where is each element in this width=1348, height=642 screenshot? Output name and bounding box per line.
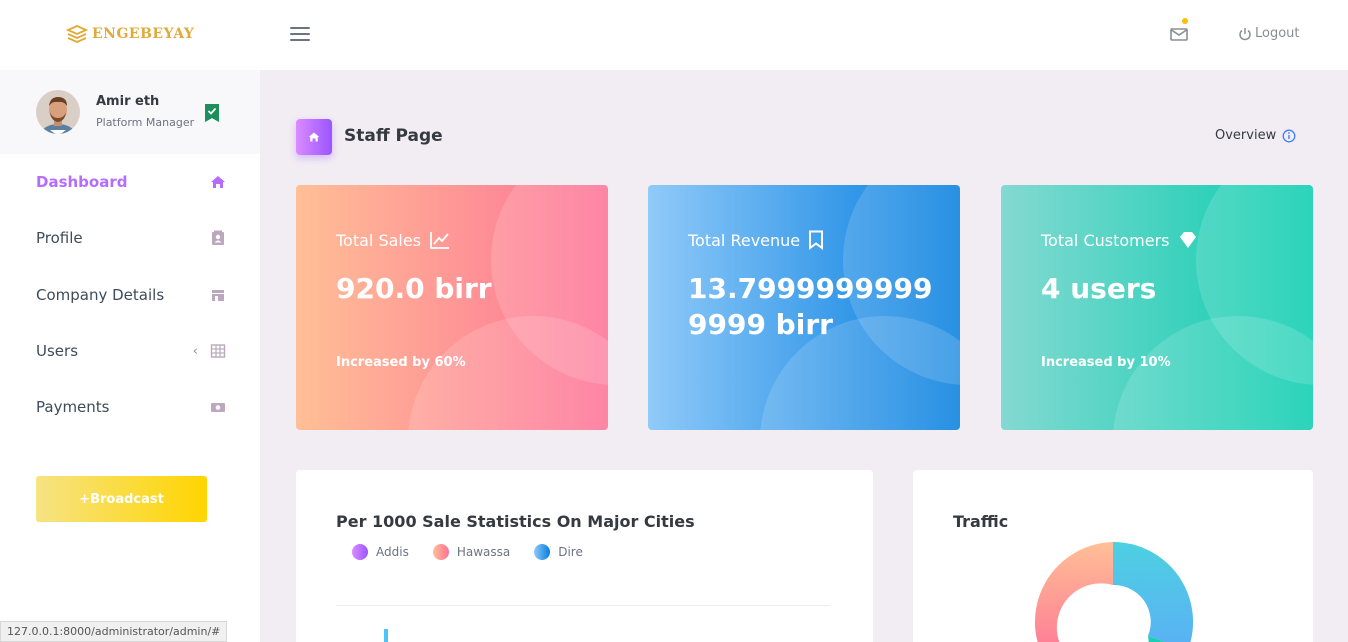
info-circle-icon	[1282, 129, 1296, 142]
overview-label: Overview	[1215, 128, 1277, 143]
user-name: Amir eth	[96, 94, 160, 109]
chart-bar	[384, 629, 388, 642]
total-sales-card: Total Sales 920.0 birr Increased by 60%	[296, 185, 608, 430]
chart-line-icon	[430, 232, 450, 249]
card-title: Total Customers	[1041, 230, 1170, 250]
legend-item-hawassa: Hawassa	[432, 544, 511, 560]
store-icon	[212, 290, 224, 301]
diamond-icon	[1179, 232, 1196, 248]
legend-label: Hawassa	[456, 545, 511, 559]
cash-icon	[211, 403, 225, 412]
sidebar-item-label: Company Details	[36, 286, 165, 304]
legend-label: Dire	[558, 545, 583, 559]
doughnut-segment	[1113, 542, 1193, 642]
chart-gridline	[336, 605, 830, 606]
layers-icon	[66, 25, 88, 43]
traffic-panel: Traffic	[913, 470, 1313, 642]
legend-item-dire: Dire	[534, 544, 583, 560]
page-home-icon	[296, 119, 332, 155]
brand-logo[interactable]: ENGEBEYAY	[66, 24, 194, 44]
sidebar-item-label: Profile	[36, 229, 83, 247]
power-icon	[1239, 27, 1251, 40]
contact-card-icon	[212, 230, 224, 245]
brand-name: ENGEBEYAY	[92, 26, 195, 42]
grid-icon	[210, 344, 226, 358]
mail-icon[interactable]	[1169, 24, 1189, 44]
top-navbar: ENGEBEYAY Logout	[0, 0, 1348, 70]
menu-toggle-button[interactable]	[290, 27, 310, 41]
panel-title: Traffic	[953, 512, 1009, 531]
sidebar-item-profile[interactable]: Profile	[36, 226, 226, 250]
avatar	[36, 90, 80, 134]
home-icon	[308, 132, 320, 142]
card-value: 920.0 birr	[336, 272, 492, 305]
user-profile-block[interactable]: Amir eth Platform Manager	[0, 70, 260, 154]
sidebar: Amir eth Platform Manager Dashboard Prof…	[0, 70, 260, 642]
logout-button[interactable]: Logout	[1238, 26, 1300, 41]
bookmark-icon	[809, 230, 824, 250]
doughnut-segment	[1034, 542, 1113, 642]
card-value: 13.79999999999999 birr	[688, 272, 933, 341]
sidebar-item-company-details[interactable]: Company Details	[36, 283, 226, 307]
sidebar-item-dashboard[interactable]: Dashboard	[36, 170, 226, 194]
card-subtext: Increased by 10%	[1041, 355, 1171, 370]
chart-legend: Addis Hawassa Dire	[352, 544, 583, 560]
sidebar-item-label: Users	[36, 342, 79, 360]
total-revenue-card: Total Revenue 13.79999999999999 birr	[648, 185, 960, 430]
card-title: Total Revenue	[688, 230, 801, 250]
panel-title: Per 1000 Sale Statistics On Major Cities	[336, 512, 695, 531]
chevron-left-icon: ‹	[192, 343, 198, 359]
sidebar-item-label: Dashboard	[36, 173, 128, 191]
verified-bookmark-icon	[205, 104, 219, 122]
legend-label: Addis	[376, 545, 409, 559]
sidebar-item-payments[interactable]: Payments	[36, 395, 226, 419]
legend-item-addis: Addis	[352, 544, 409, 560]
home-icon	[211, 176, 225, 188]
card-title: Total Sales	[336, 230, 422, 250]
user-role: Platform Manager	[96, 116, 195, 129]
page-title: Staff Page	[344, 126, 443, 146]
sales-statistics-panel: Per 1000 Sale Statistics On Major Cities…	[296, 470, 873, 642]
broadcast-button[interactable]: +Broadcast	[36, 476, 207, 522]
logout-label: Logout	[1255, 26, 1300, 41]
traffic-doughnut-chart	[1034, 542, 1193, 642]
overview-link[interactable]: Overview	[1215, 128, 1296, 143]
sidebar-item-users[interactable]: Users ‹	[36, 339, 226, 363]
card-value: 4 users	[1041, 272, 1157, 305]
sidebar-item-label: Payments	[36, 398, 110, 416]
browser-status-bar: 127.0.0.1:8000/administrator/admin/#	[0, 621, 228, 642]
notification-dot	[1182, 18, 1188, 24]
total-customers-card: Total Customers 4 users Increased by 10%	[1001, 185, 1313, 430]
card-subtext: Increased by 60%	[336, 355, 466, 370]
